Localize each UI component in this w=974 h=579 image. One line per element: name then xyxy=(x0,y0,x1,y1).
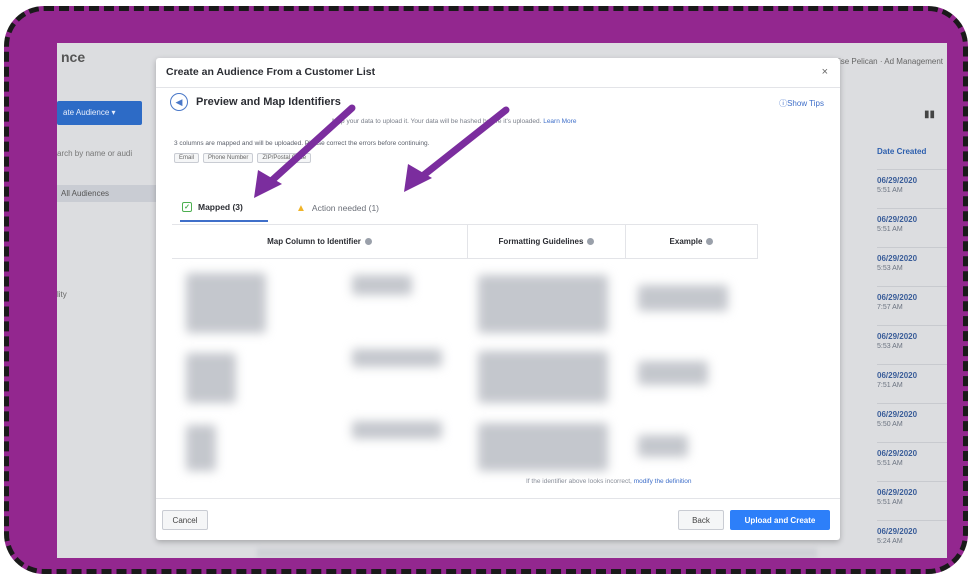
blurred-cell xyxy=(186,353,236,403)
table-row: 06/29/2020 5:50 AM xyxy=(877,403,947,442)
identifier-chip: Phone Number xyxy=(203,153,254,163)
table-row: 06/29/2020 7:57 AM xyxy=(877,286,947,325)
create-audience-button[interactable]: ate Audience ▾ xyxy=(57,101,142,125)
date-cell: 06/29/2020 xyxy=(877,215,918,224)
table-row: 06/29/2020 5:51 AM xyxy=(877,442,947,481)
info-icon[interactable] xyxy=(587,238,595,245)
info-icon[interactable] xyxy=(706,238,714,245)
time-cell: 5:53 AM xyxy=(877,265,903,272)
identifier-chip: Email xyxy=(174,153,200,163)
tab-mapped[interactable]: ✓ Mapped (3) xyxy=(180,194,268,222)
step-header: ◀ Preview and Map Identifiers xyxy=(170,92,341,112)
time-cell: 5:51 AM xyxy=(877,460,903,467)
blurred-cell xyxy=(186,425,216,471)
info-icon[interactable] xyxy=(364,238,372,245)
upload-and-create-button[interactable]: Upload and Create xyxy=(730,510,830,530)
step-description: Map your data to upload it. Your data wi… xyxy=(332,118,576,125)
tab-action-needed[interactable]: ▲ Action needed (1) xyxy=(296,194,379,222)
column-header-formatting-label: Formatting Guidelines xyxy=(498,237,584,246)
time-cell: 7:57 AM xyxy=(877,304,903,311)
footnote-text: If the identifier above looks incorrect, xyxy=(526,478,632,485)
column-header-example-label: Example xyxy=(669,237,703,246)
modal-footer: Cancel Back Upload and Create xyxy=(156,498,840,540)
modal-title: Create an Audience From a Customer List xyxy=(166,66,376,78)
date-cell: 06/29/2020 xyxy=(877,371,918,380)
back-arrow-icon[interactable]: ◀ xyxy=(170,93,188,111)
sidebar-item-all-audiences[interactable]: All Audiences xyxy=(57,185,157,202)
modal-header: Create an Audience From a Customer List … xyxy=(156,58,840,88)
audience-search-input[interactable]: arch by name or audi xyxy=(57,149,132,158)
blurred-cell xyxy=(478,275,608,333)
time-cell: 5:51 AM xyxy=(877,187,903,194)
blurred-cell xyxy=(186,273,266,333)
date-cell: 06/29/2020 xyxy=(877,488,918,497)
columns-icon[interactable]: ▮▮ xyxy=(924,109,935,120)
blurred-cell xyxy=(352,275,412,295)
column-header-map-label: Map Column to Identifier xyxy=(267,237,361,246)
date-cell: 06/29/2020 xyxy=(877,254,918,263)
date-cell: 06/29/2020 xyxy=(877,293,918,302)
table-row: 06/29/2020 5:51 AM xyxy=(877,481,947,520)
date-cell: 06/29/2020 xyxy=(877,410,918,419)
table-row: 06/29/2020 5:53 AM xyxy=(877,247,947,286)
cancel-button[interactable]: Cancel xyxy=(162,510,208,530)
column-header-map: Map Column to Identifier xyxy=(172,225,468,259)
date-cell: 06/29/2020 xyxy=(877,176,918,185)
bg-blurred-footer xyxy=(257,548,817,558)
back-button[interactable]: Back xyxy=(678,510,724,530)
bg-account-name[interactable]: Wise Pelican · Ad Management xyxy=(831,57,943,66)
time-cell: 5:53 AM xyxy=(877,343,903,350)
table-row: 06/29/2020 5:24 AM xyxy=(877,520,947,558)
bg-page-title: nce xyxy=(61,49,86,65)
date-cell: 06/29/2020 xyxy=(877,449,918,458)
blurred-cell xyxy=(478,423,608,471)
modify-definition-link[interactable]: modify the definition xyxy=(634,478,692,485)
warning-icon: ▲ xyxy=(296,202,306,214)
table-row: 06/29/2020 5:51 AM xyxy=(877,208,947,247)
date-cell: 06/29/2020 xyxy=(877,332,918,341)
close-icon[interactable]: × xyxy=(822,66,828,78)
table-row: 06/29/2020 5:51 AM xyxy=(877,169,947,208)
blurred-cell xyxy=(352,421,442,439)
date-created-header[interactable]: Date Created xyxy=(877,147,947,156)
mapped-identifier-chips: Email Phone Number ZIP/Postal Code xyxy=(174,153,312,163)
table-row: 06/29/2020 5:53 AM xyxy=(877,325,947,364)
time-cell: 5:50 AM xyxy=(877,421,903,428)
customer-list-modal: Create an Audience From a Customer List … xyxy=(156,58,840,540)
tab-action-label: Action needed (1) xyxy=(311,203,380,213)
tab-mapped-label: Mapped (3) xyxy=(198,202,243,212)
mapping-tabs: ✓ Mapped (3) ▲ Action needed (1) xyxy=(174,194,814,222)
sidebar-item-availability[interactable]: lity xyxy=(57,290,67,299)
time-cell: 5:24 AM xyxy=(877,538,903,545)
time-cell: 5:51 AM xyxy=(877,226,903,233)
blurred-cell xyxy=(638,285,728,311)
show-tips-link[interactable]: ⓘShow Tips xyxy=(779,98,824,109)
blurred-cell xyxy=(478,351,608,403)
mapping-table: Map Column to Identifier Formatting Guid… xyxy=(172,224,758,474)
step-description-text: Map your data to upload it. Your data wi… xyxy=(332,118,542,125)
identifier-footnote: If the identifier above looks incorrect,… xyxy=(526,478,692,485)
date-created-column: 06/29/2020 5:51 AM 06/29/2020 5:51 AM 06/2… xyxy=(877,169,947,558)
column-header-formatting: Formatting Guidelines xyxy=(468,225,626,259)
date-cell: 06/29/2020 xyxy=(877,527,918,536)
step-title: Preview and Map Identifiers xyxy=(196,96,341,108)
time-cell: 7:51 AM xyxy=(877,382,903,389)
column-header-example: Example xyxy=(626,225,758,259)
mapping-summary: 3 columns are mapped and will be uploade… xyxy=(174,140,430,147)
check-icon: ✓ xyxy=(182,202,192,212)
time-cell: 5:51 AM xyxy=(877,499,903,506)
blurred-cell xyxy=(638,435,688,457)
learn-more-link[interactable]: Learn More xyxy=(543,118,576,125)
blurred-cell xyxy=(638,361,708,385)
identifier-chip: ZIP/Postal Code xyxy=(257,153,312,163)
blurred-cell xyxy=(352,349,442,367)
table-row: 06/29/2020 7:51 AM xyxy=(877,364,947,403)
